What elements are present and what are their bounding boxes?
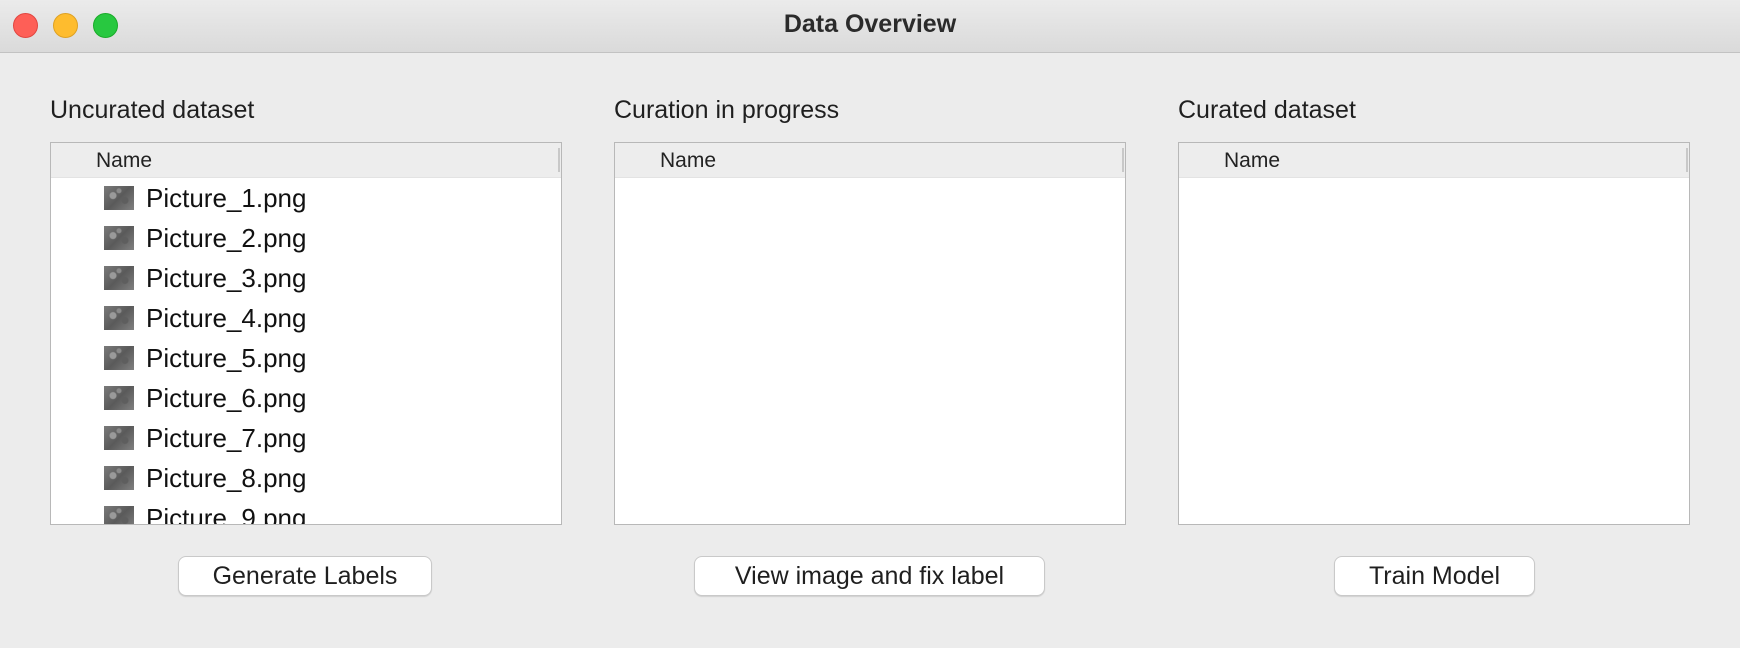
generate-labels-button[interactable]: Generate Labels (178, 556, 432, 596)
file-name: Picture_4.png (146, 303, 307, 333)
image-thumbnail-icon (104, 426, 134, 450)
image-thumbnail-icon (104, 466, 134, 490)
curated-list-header[interactable]: Name (1179, 143, 1689, 178)
file-name: Picture_7.png (146, 423, 307, 453)
file-name: Picture_9.png (146, 503, 307, 525)
image-thumbnail-icon (104, 266, 134, 290)
curation-in-progress-title: Curation in progress (614, 96, 840, 124)
uncurated-dataset-list[interactable]: Name Picture_1.png Picture_2.png Picture… (50, 142, 562, 525)
curated-dataset-list[interactable]: Name (1178, 142, 1690, 525)
in-progress-list-header[interactable]: Name (615, 143, 1125, 178)
list-item[interactable]: Picture_6.png (51, 378, 561, 418)
data-overview-window: Data Overview Uncurated dataset Name Pic… (0, 0, 1740, 648)
window-title: Data Overview (783, 10, 957, 38)
file-name: Picture_8.png (146, 463, 307, 493)
curated-dataset-title: Curated dataset (1178, 96, 1356, 124)
name-column-header[interactable]: Name (660, 149, 716, 173)
uncurated-list-header[interactable]: Name (51, 143, 561, 178)
curation-in-progress-list[interactable]: Name (614, 142, 1126, 525)
file-name: Picture_5.png (146, 343, 307, 373)
uncurated-file-rows: Picture_1.png Picture_2.png Picture_3.pn… (51, 178, 561, 525)
image-thumbnail-icon (104, 506, 134, 524)
image-thumbnail-icon (104, 226, 134, 250)
file-name: Picture_3.png (146, 263, 307, 293)
uncurated-dataset-title: Uncurated dataset (50, 96, 255, 124)
list-item[interactable]: Picture_2.png (51, 218, 561, 258)
list-item[interactable]: Picture_9.png (51, 498, 561, 525)
file-name: Picture_1.png (146, 183, 307, 213)
column-divider[interactable] (1122, 148, 1124, 172)
column-divider[interactable] (1686, 148, 1688, 172)
image-thumbnail-icon (104, 186, 134, 210)
list-item[interactable]: Picture_8.png (51, 458, 561, 498)
list-item[interactable]: Picture_5.png (51, 338, 561, 378)
list-item[interactable]: Picture_3.png (51, 258, 561, 298)
name-column-header[interactable]: Name (96, 149, 152, 173)
image-thumbnail-icon (104, 386, 134, 410)
image-thumbnail-icon (104, 306, 134, 330)
train-model-button[interactable]: Train Model (1334, 556, 1535, 596)
list-item[interactable]: Picture_7.png (51, 418, 561, 458)
list-item[interactable]: Picture_4.png (51, 298, 561, 338)
file-name: Picture_2.png (146, 223, 307, 253)
title-bar[interactable]: Data Overview (0, 0, 1740, 53)
image-thumbnail-icon (104, 346, 134, 370)
name-column-header[interactable]: Name (1224, 149, 1280, 173)
file-name: Picture_6.png (146, 383, 307, 413)
column-divider[interactable] (558, 148, 560, 172)
list-item[interactable]: Picture_1.png (51, 178, 561, 218)
view-image-and-fix-label-button[interactable]: View image and fix label (694, 556, 1045, 596)
